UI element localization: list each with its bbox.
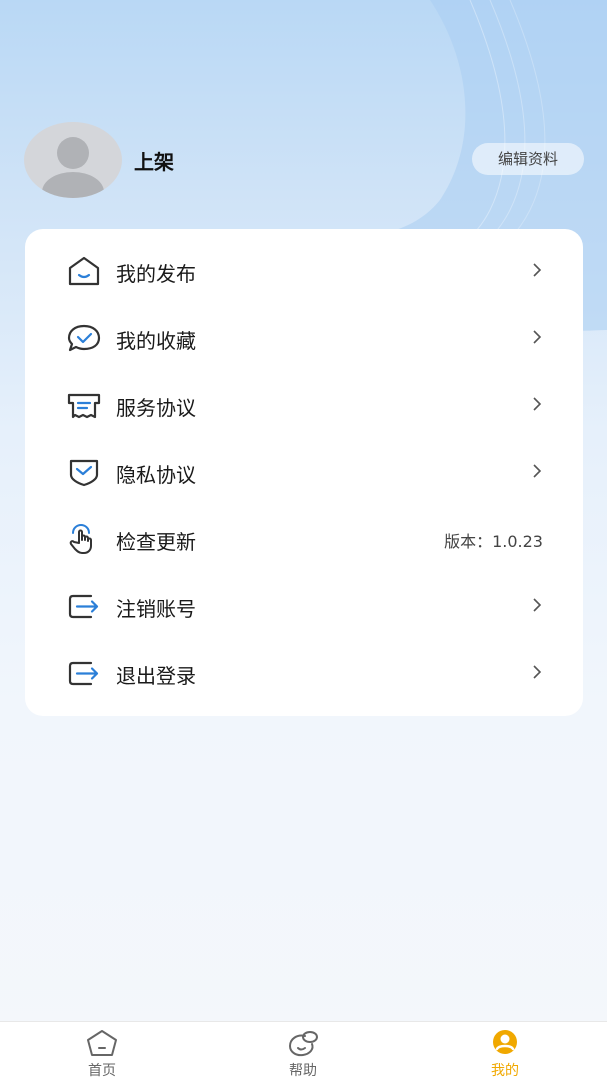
menu-item-label: 我的收藏	[116, 329, 196, 353]
menu-item-logout[interactable]: 退出登录	[25, 640, 583, 706]
receipt-icon	[67, 393, 101, 419]
menu-item-check-update[interactable]: 检查更新 版本：1.0.23	[25, 506, 583, 572]
avatar-body	[42, 172, 104, 198]
avatar-head	[57, 137, 89, 169]
menu-item-label: 检查更新	[116, 530, 196, 554]
tab-label: 首页	[88, 1063, 116, 1079]
tab-mine[interactable]: 我的	[445, 1022, 565, 1080]
tab-label: 帮助	[289, 1063, 317, 1079]
chevron-right-icon	[533, 330, 542, 344]
menu-item-my-posts[interactable]: 我的发布	[25, 238, 583, 304]
chat-check-icon	[67, 324, 101, 352]
menu-item-label: 退出登录	[116, 664, 196, 688]
help-icon	[288, 1031, 318, 1057]
version-text: 版本：1.0.23	[444, 532, 543, 551]
tab-home[interactable]: 首页	[42, 1022, 162, 1080]
chevron-right-icon	[533, 598, 542, 612]
exit-arrow-icon	[68, 661, 99, 686]
profile-header: 上架 编辑资料	[24, 122, 584, 198]
menu-item-privacy-policy[interactable]: 隐私协议	[25, 439, 583, 505]
house-icon	[68, 256, 100, 286]
menu-item-favorites[interactable]: 我的收藏	[25, 305, 583, 371]
tap-hand-icon	[69, 523, 92, 554]
shield-check-icon	[69, 459, 99, 487]
menu-item-label: 我的发布	[116, 262, 196, 286]
menu-item-label: 隐私协议	[116, 463, 196, 487]
menu-card: 我的发布 我的收藏 服务协议 隐私协议 检查更新 版本：1.0.23 注销账号 …	[25, 229, 583, 716]
chevron-right-icon	[533, 263, 542, 277]
exit-arrow-icon	[68, 594, 99, 619]
menu-item-label: 注销账号	[116, 597, 196, 621]
edit-profile-button[interactable]: 编辑资料	[472, 143, 584, 175]
menu-item-service-agreement[interactable]: 服务协议	[25, 372, 583, 438]
chevron-right-icon	[533, 464, 542, 478]
avatar[interactable]	[24, 122, 122, 198]
menu-item-label: 服务协议	[116, 396, 196, 420]
home-icon	[87, 1030, 117, 1056]
username: 上架	[134, 150, 174, 174]
tab-label: 我的	[491, 1063, 519, 1079]
profile-icon	[493, 1030, 517, 1054]
menu-item-delete-account[interactable]: 注销账号	[25, 573, 583, 639]
chevron-right-icon	[533, 665, 542, 679]
tab-help[interactable]: 帮助	[243, 1022, 363, 1080]
chevron-right-icon	[533, 397, 542, 411]
bottom-tab-bar: 首页 帮助 我的	[0, 1021, 607, 1080]
